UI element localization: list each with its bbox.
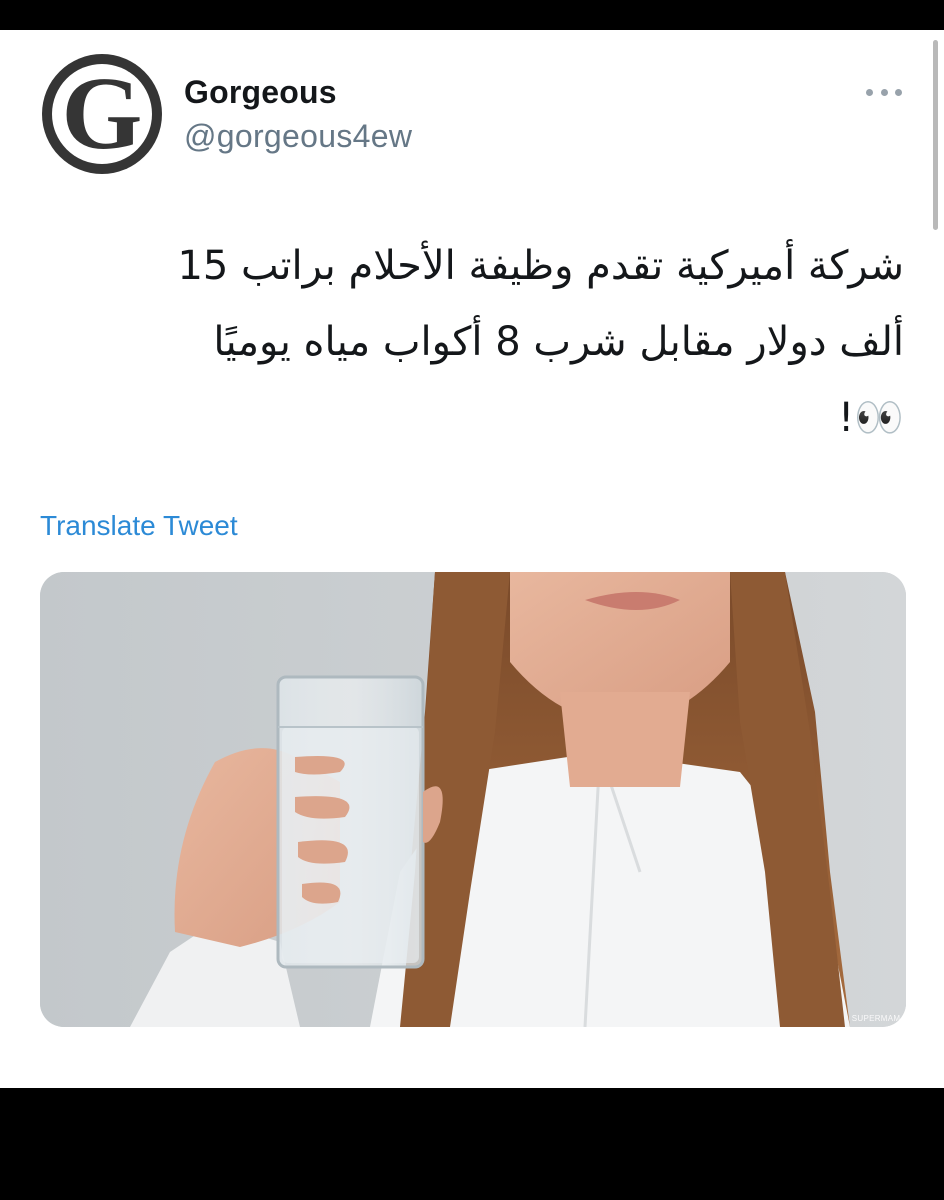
image-watermark: SUPERMAMA <box>851 1014 906 1023</box>
scrollbar[interactable] <box>933 40 938 230</box>
tweet-text: شركة أميركية تقدم وظيفة الأحلام براتب 15… <box>60 228 904 456</box>
user-handle[interactable]: @gorgeous4ew <box>184 118 412 155</box>
tweet-text-line-1: شركة أميركية تقدم وظيفة الأحلام براتب 15 <box>177 243 904 289</box>
tweet-text-line-2: ألف دولار مقابل شرب 8 أكواب مياه يوميًا <box>213 319 904 365</box>
tweet-card: G Gorgeous @gorgeous4ew شركة أميركية تقد… <box>0 30 944 1088</box>
avatar-letter: G <box>62 56 143 171</box>
tweet-text-line-3: 👀! <box>838 395 904 441</box>
bottom-bar <box>0 1088 944 1200</box>
dot <box>880 88 888 96</box>
avatar[interactable]: G <box>40 52 164 176</box>
dot <box>866 88 873 96</box>
tweet-media-image[interactable]: SUPERMAMA <box>40 572 906 1027</box>
dot <box>895 88 902 96</box>
woman-holding-water-glass-illustration <box>40 572 906 1027</box>
translate-tweet-link[interactable]: Translate Tweet <box>40 510 238 542</box>
top-bar <box>0 0 944 30</box>
ellipsis-icon[interactable] <box>866 82 902 102</box>
display-name[interactable]: Gorgeous <box>184 74 337 111</box>
